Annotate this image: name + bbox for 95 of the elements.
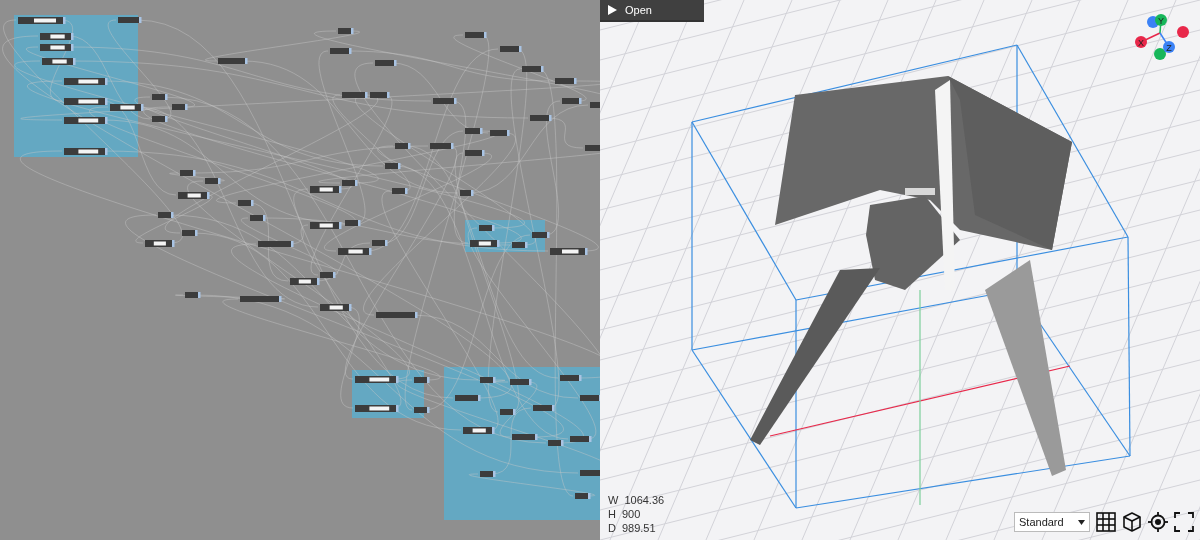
dropdown-caret-icon: [1078, 519, 1085, 525]
graph-node[interactable]: [338, 28, 354, 34]
fullscreen-icon[interactable]: [1174, 512, 1194, 532]
graph-node[interactable]: [152, 116, 168, 122]
grid-icon[interactable]: [1096, 512, 1116, 532]
graph-node[interactable]: [500, 46, 522, 52]
graph-node[interactable]: [479, 225, 495, 231]
graph-node[interactable]: [185, 292, 201, 298]
graph-node[interactable]: [470, 240, 500, 247]
graph-node[interactable]: [355, 405, 399, 412]
graph-node[interactable]: [342, 92, 368, 98]
graph-node[interactable]: [40, 44, 74, 51]
graph-node[interactable]: [480, 377, 496, 383]
graph-node[interactable]: [460, 190, 474, 196]
graph-node[interactable]: [64, 98, 108, 105]
graph-node[interactable]: [512, 434, 538, 440]
graph-node[interactable]: [355, 376, 399, 383]
graph-node[interactable]: [330, 48, 352, 54]
graph-node[interactable]: [310, 186, 342, 193]
graph-node[interactable]: [512, 242, 528, 248]
graph-node[interactable]: [463, 427, 495, 434]
graph-node[interactable]: [562, 98, 582, 104]
graph-node[interactable]: [414, 407, 430, 413]
graph-node[interactable]: [375, 60, 397, 66]
graph-node[interactable]: [465, 150, 485, 156]
target-icon[interactable]: [1148, 512, 1168, 532]
graph-node[interactable]: [180, 170, 196, 176]
graph-node[interactable]: [465, 32, 487, 38]
graph-node[interactable]: [480, 471, 496, 477]
graph-node[interactable]: [152, 94, 168, 100]
graph-node[interactable]: [118, 17, 142, 23]
graph-node[interactable]: [575, 493, 591, 499]
graph-node[interactable]: [414, 377, 430, 383]
graph-node[interactable]: [500, 409, 516, 415]
graph-node[interactable]: [580, 395, 600, 401]
graph-node[interactable]: [320, 272, 336, 278]
dimension-label: H: [608, 508, 616, 520]
graph-node[interactable]: [42, 58, 76, 65]
graph-node[interactable]: [560, 375, 582, 381]
graph-node[interactable]: [548, 440, 564, 446]
graph-node[interactable]: [385, 163, 401, 169]
graph-node[interactable]: [392, 188, 408, 194]
graph-node[interactable]: [376, 312, 418, 318]
graph-node[interactable]: [585, 145, 600, 151]
dimension-value: 1064.36: [624, 494, 665, 506]
dimension-label: W: [608, 494, 619, 506]
dimension-value: 900: [621, 508, 641, 520]
graph-node[interactable]: [110, 104, 144, 111]
graph-node[interactable]: [395, 143, 411, 149]
graph-node[interactable]: [250, 215, 266, 221]
graph-node[interactable]: [320, 304, 352, 311]
graph-node[interactable]: [532, 232, 550, 238]
dimension-value: 989.51: [621, 522, 656, 534]
graph-node[interactable]: [490, 130, 510, 136]
play-icon: [608, 5, 617, 15]
graph-node[interactable]: [240, 296, 282, 302]
graph-node[interactable]: [64, 117, 108, 124]
graph-node[interactable]: [18, 17, 66, 24]
graph-node[interactable]: [580, 470, 600, 476]
graph-node[interactable]: [310, 222, 342, 229]
graph-node[interactable]: [342, 180, 358, 186]
graph-node[interactable]: [533, 405, 555, 411]
graph-node[interactable]: [555, 78, 577, 84]
graph-node[interactable]: [145, 240, 175, 247]
view-mode-dropdown[interactable]: Standard: [1014, 512, 1090, 532]
open-button[interactable]: Open: [600, 0, 704, 22]
graph-node[interactable]: [178, 192, 210, 199]
graph-node[interactable]: [64, 148, 108, 155]
graph-node[interactable]: [530, 115, 552, 121]
graph-node[interactable]: [465, 128, 483, 134]
graph-node[interactable]: [205, 178, 221, 184]
dimension-label: D: [608, 522, 616, 534]
graph-node[interactable]: [370, 92, 390, 98]
graph-node[interactable]: [182, 230, 198, 236]
graph-node[interactable]: [172, 104, 188, 110]
graph-node[interactable]: [455, 395, 481, 401]
graph-node[interactable]: [433, 98, 457, 104]
graph-node[interactable]: [345, 220, 361, 226]
graph-node[interactable]: [510, 379, 532, 385]
graph-node[interactable]: [290, 278, 320, 285]
graph-node[interactable]: [430, 143, 454, 149]
cube-icon[interactable]: [1122, 512, 1142, 532]
graph-node[interactable]: [258, 241, 294, 247]
graph-node[interactable]: [590, 102, 600, 108]
graph-node[interactable]: [338, 248, 372, 255]
graph-node[interactable]: [158, 212, 174, 218]
graph-node[interactable]: [372, 240, 388, 246]
graph-node[interactable]: [64, 78, 108, 85]
graph-node[interactable]: [238, 200, 254, 206]
graph-node[interactable]: [570, 436, 592, 442]
graph-node[interactable]: [218, 58, 248, 64]
graph-node[interactable]: [550, 248, 588, 255]
axis-gizmo-drawing[interactable]: X Y Z: [1120, 0, 1200, 70]
graph-node[interactable]: [522, 66, 544, 72]
graph-node[interactable]: [40, 33, 74, 40]
